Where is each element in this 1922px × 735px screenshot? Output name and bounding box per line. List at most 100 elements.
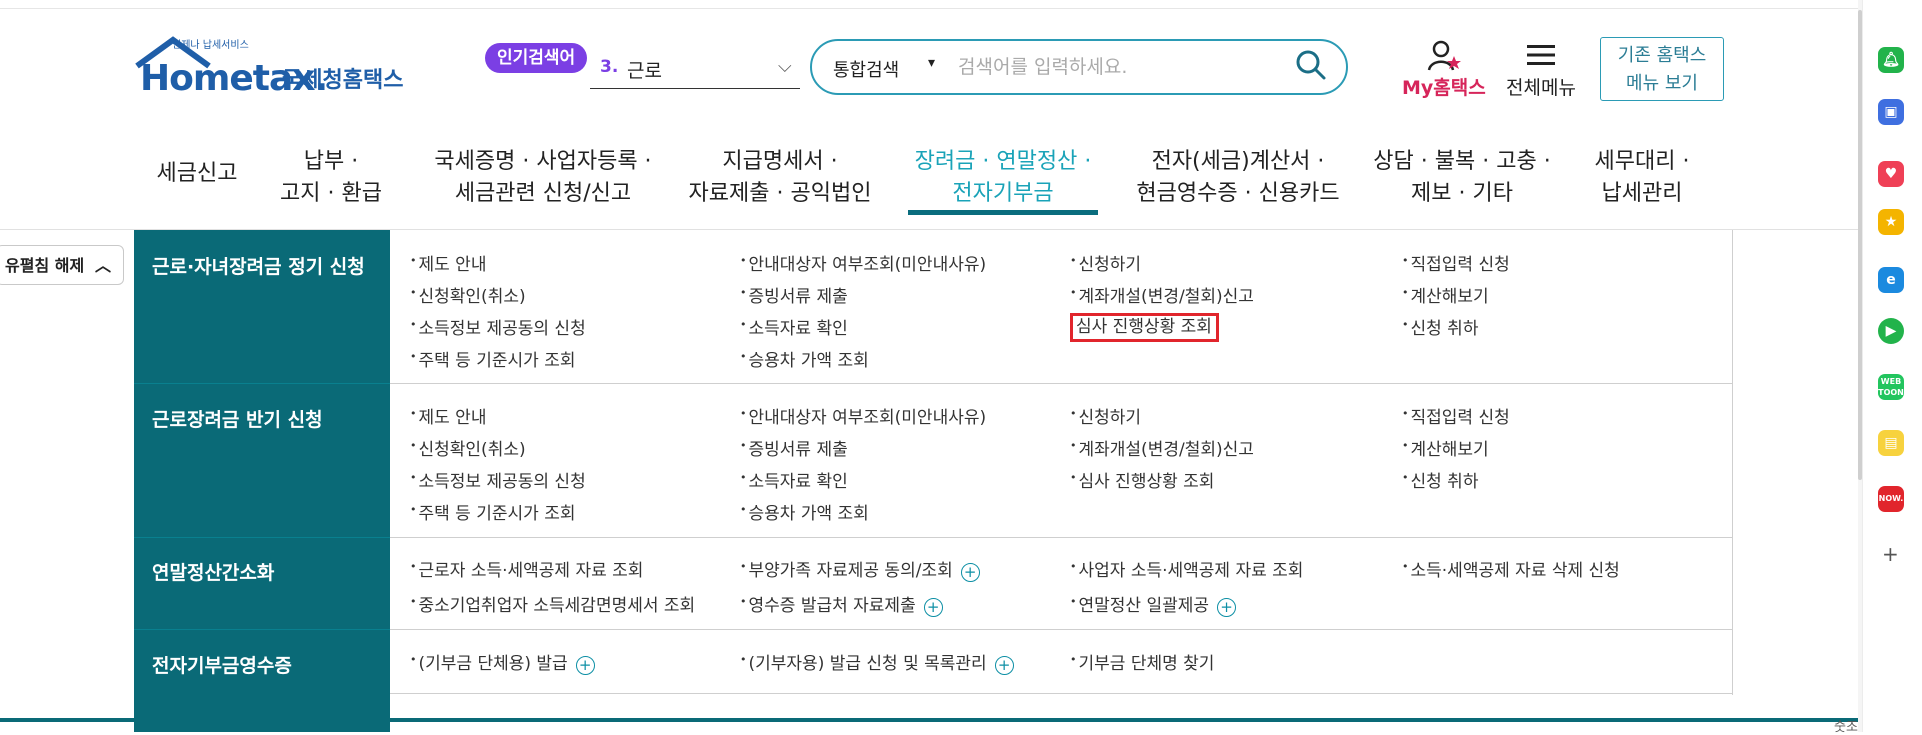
add-icon[interactable]: + [1882,542,1899,566]
menu-item-label: 사업자 소득·세액공제 자료 조회 [1078,561,1304,581]
play-icon[interactable]: ▶ [1878,318,1904,344]
menu-item[interactable]: • 승용차 가액 조회 [740,346,869,371]
fold-toggle-button[interactable]: 유펼침 해제 ︿ [0,245,124,285]
section-title[interactable]: 근로장려금 반기 신청 [152,405,323,432]
plus-circle-icon[interactable]: + [960,563,980,582]
menu-item-label: 증빙서류 제출 [748,287,848,307]
pocket-icon[interactable]: ♥ [1878,161,1904,187]
menu-item-label: 직접입력 신청 [1410,255,1510,275]
search-button[interactable] [1295,49,1327,81]
menu-item-label: 신청확인(취소) [418,287,526,307]
menu-item[interactable]: • 주택 등 기준시가 조회 [410,499,575,524]
menu-item[interactable]: • (기부자용) 발급 신청 및 목록관리 + [740,649,1014,675]
menu-item-highlighted[interactable]: 심사 진행상황 조회 [1070,312,1219,342]
section-title[interactable]: 근로·자녀장려금 정기 신청 [152,252,365,279]
menu-item[interactable]: • 안내대상자 여부조회(미안내사유) [740,403,986,428]
menu-item[interactable]: • 계산해보기 [1402,282,1489,307]
nav-certificates-registration[interactable]: 국세증명 · 사업자등록 · 세금관련 신청/신고 [420,146,666,210]
menu-item-label: 증빙서류 제출 [748,440,848,460]
menu-item-label: 계산해보기 [1410,287,1489,307]
plus-circle-icon[interactable]: + [1217,598,1237,617]
menu-item[interactable]: • 계산해보기 [1402,435,1489,460]
menu-item-label: (기부금 단체용) 발급 [418,654,568,674]
nav-active-indicator [908,210,1098,215]
old-hometax-menu-button[interactable]: 기존 홈택스 메뉴 보기 [1600,37,1724,101]
nav-label: 전자기부금 [952,181,1054,206]
nav-payment-refund[interactable]: 납부 · 고지 · 환급 [272,146,390,210]
menu-item[interactable]: • 직접입력 신청 [1402,403,1510,428]
nav-label: 상담 · 불복 · 고충 · [1373,149,1551,174]
section-divider-left [134,537,390,538]
section-divider-left [134,383,390,384]
plus-circle-icon[interactable]: + [923,598,943,617]
edge-icon[interactable]: e [1878,267,1904,293]
search-category-select[interactable]: 통합검색 [833,56,899,82]
nav-label: 현금영수증 · 신용카드 [1136,181,1340,206]
now-icon[interactable]: NOW. [1878,486,1904,512]
menu-item[interactable]: • 직접입력 신청 [1402,250,1510,275]
menu-item[interactable]: • 주택 등 기준시가 조회 [410,346,575,371]
menu-item[interactable]: • 신청 취하 [1402,314,1478,339]
menu-item[interactable]: • 기부금 단체명 찾기 [1070,649,1214,674]
popular-keyword-dropdown[interactable] [590,50,800,89]
menu-item-label: 신청하기 [1078,255,1142,275]
menu-item[interactable]: • 사업자 소득·세액공제 자료 조회 [1070,556,1303,581]
nav-e-invoice[interactable]: 전자(세금)계산서 · 현금영수증 · 신용카드 [1120,146,1356,210]
webtoon-icon[interactable]: WEB TOON [1878,374,1904,400]
menu-item-label: 직접입력 신청 [1410,408,1510,428]
menu-item[interactable]: • 제도 안내 [410,403,486,428]
menu-item[interactable]: • (기부금 단체용) 발급 + [410,649,595,675]
menu-item[interactable]: • 신청확인(취소) [410,435,526,460]
menu-item[interactable]: • 소득·세액공제 자료 삭제 신청 [1402,556,1620,581]
menu-item[interactable]: • 안내대상자 여부조회(미안내사유) [740,250,986,275]
nav-tax-filing[interactable]: 세금신고 [150,158,244,190]
menu-item[interactable]: • 소득정보 제공동의 신청 [410,467,586,492]
notes-icon[interactable]: ▤ [1878,430,1904,456]
section-divider-left [134,629,390,630]
menu-item[interactable]: • 부양가족 자료제공 동의/조회 + [740,556,980,582]
menu-item[interactable]: • 신청확인(취소) [410,282,526,307]
nav-payment-statement[interactable]: 지급명세서 · 자료제출 · 공익법인 [680,146,880,210]
menu-item[interactable]: • 신청하기 [1070,403,1141,428]
briefcase-icon[interactable]: ▣ [1878,99,1904,125]
popular-keyword-rank: 3. [600,57,619,77]
section-divider [390,383,1732,384]
nav-label: 장려금 · 연말정산 · [914,149,1092,174]
menu-item[interactable]: • 중소기업취업자 소득세감면명세서 조회 [410,591,695,616]
menu-item[interactable]: • 증빙서류 제출 [740,282,848,307]
menu-item-label: 계좌개설(변경/철회)신고 [1078,287,1254,307]
star-icon[interactable]: ★ [1878,209,1904,235]
section-title[interactable]: 전자기부금영수증 [152,651,292,678]
menu-item[interactable]: • 신청 취하 [1402,467,1478,492]
menu-item[interactable]: • 연말정산 일괄제공 + [1070,591,1237,617]
menu-item[interactable]: • 영수증 발급처 자료제출 + [740,591,943,617]
menu-item[interactable]: • 심사 진행상황 조회 [1070,467,1214,492]
plus-circle-icon[interactable]: + [575,656,595,675]
nav-tax-agent[interactable]: 세무대리 · 납세관리 [1580,146,1704,210]
section-title[interactable]: 연말정산간소화 [152,558,274,585]
menu-item[interactable]: • 계좌개설(변경/철회)신고 [1070,435,1254,460]
logo-korean-name: 국세청홈택스 [282,68,404,93]
menu-item-label: 소득·세액공제 자료 삭제 신청 [1410,561,1620,581]
menu-item[interactable]: • 증빙서류 제출 [740,435,848,460]
section-divider [390,693,1732,694]
menu-item[interactable]: • 승용차 가액 조회 [740,499,869,524]
menu-item[interactable]: • 소득정보 제공동의 신청 [410,314,586,339]
nav-label: 세금신고 [156,161,238,186]
menu-item[interactable]: • 소득자료 확인 [740,467,848,492]
plus-circle-icon[interactable]: + [994,656,1014,675]
menu-item[interactable]: • 제도 안내 [410,250,486,275]
menu-item[interactable]: • 근로자 소득·세액공제 자료 조회 [410,556,643,581]
bell-icon[interactable]: 🔔︎ [1878,47,1904,73]
chevron-down-icon[interactable]: ⌵ [778,56,792,77]
chevron-down-icon[interactable]: ▾ [928,55,935,71]
search-input[interactable] [956,50,1260,84]
nav-incentives-year-end[interactable]: 장려금 · 연말정산 · 전자기부금 [900,146,1106,210]
menu-item-label: 신청하기 [1078,408,1142,428]
menu-item[interactable]: • 소득자료 확인 [740,314,848,339]
nav-consultation[interactable]: 상담 · 불복 · 고충 · 제보 · 기타 [1372,146,1552,210]
menu-item[interactable]: • 계좌개설(변경/철회)신고 [1070,282,1254,307]
section-divider [390,629,1732,630]
popular-keyword-text[interactable]: 근로 [627,56,662,83]
menu-item[interactable]: • 신청하기 [1070,250,1141,275]
